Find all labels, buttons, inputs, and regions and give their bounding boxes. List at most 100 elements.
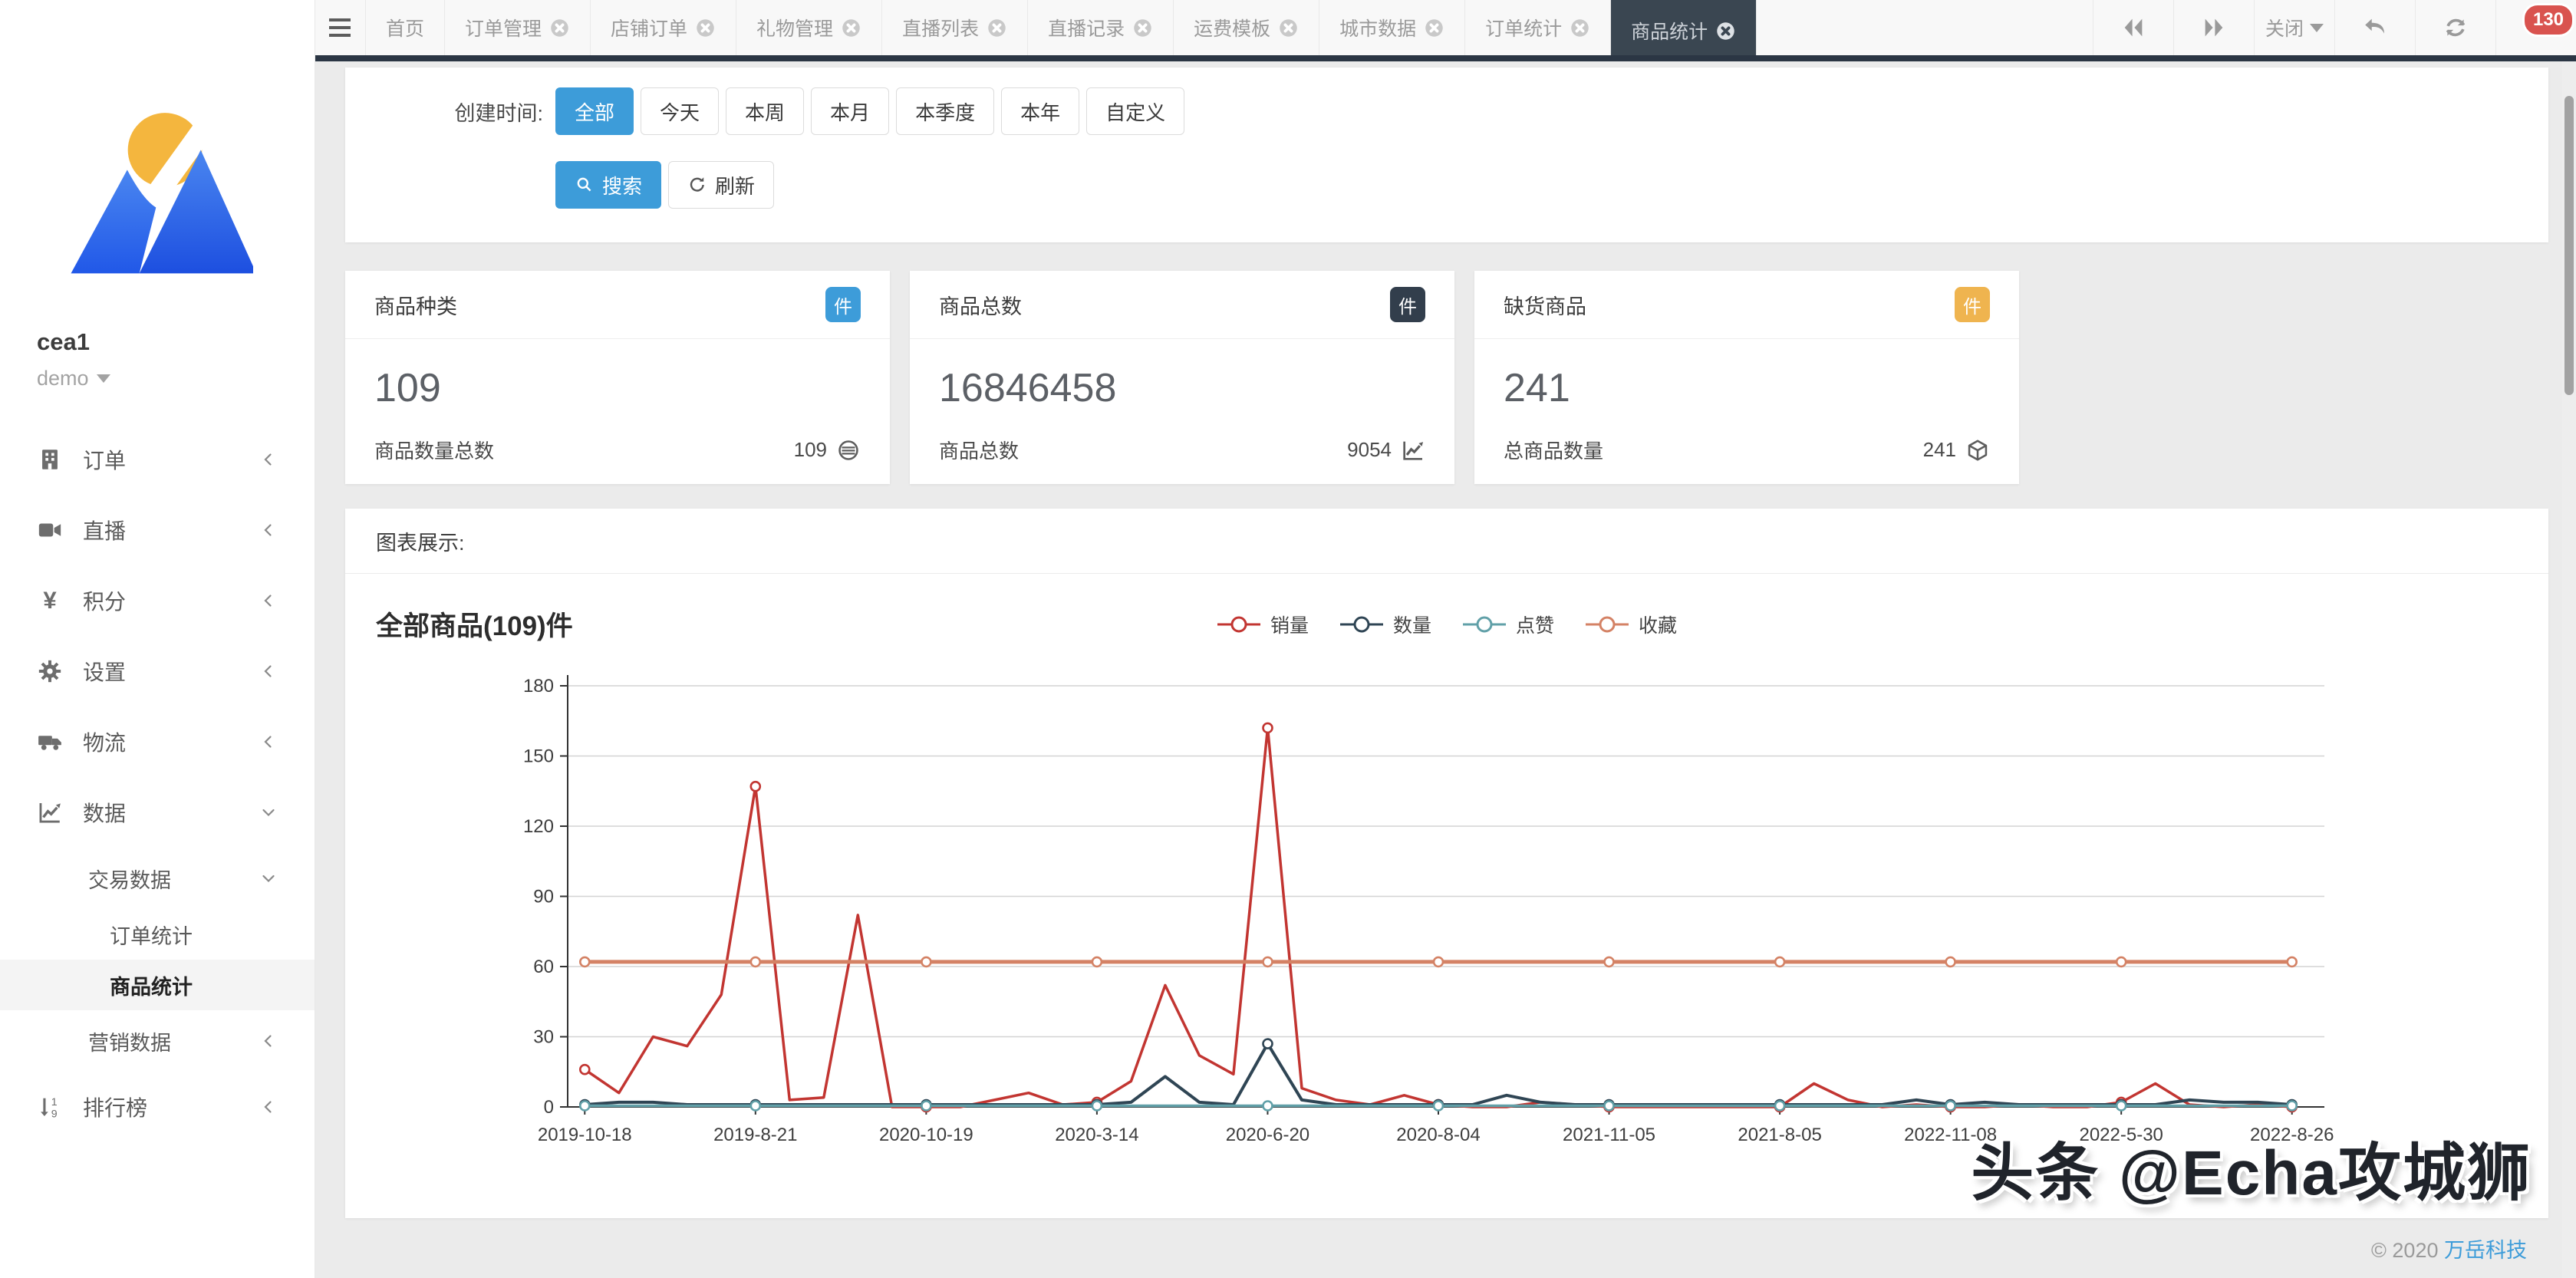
close-icon[interactable] bbox=[549, 18, 570, 38]
hamburger-menu-icon[interactable] bbox=[315, 0, 365, 55]
sidebar-item-orders[interactable]: 订单 bbox=[0, 424, 315, 495]
filter-option-this-month[interactable]: 本月 bbox=[811, 87, 889, 135]
back-button[interactable] bbox=[2334, 0, 2415, 55]
refresh-page-button[interactable] bbox=[2415, 0, 2495, 55]
caret-down-icon bbox=[2310, 24, 2324, 32]
close-icon[interactable] bbox=[1278, 18, 1299, 38]
refresh-icon bbox=[687, 175, 707, 195]
sidebar-item-order-stats[interactable]: 订单统计 bbox=[0, 909, 315, 960]
card-value: 241 bbox=[1474, 339, 2019, 411]
tab-shop-orders[interactable]: 店铺订单 bbox=[590, 0, 736, 55]
svg-text:2020-3-14: 2020-3-14 bbox=[1055, 1125, 1138, 1145]
scrollbar bbox=[2562, 61, 2576, 1278]
notifications-button[interactable]: 130 bbox=[2495, 0, 2576, 55]
filter-option-custom[interactable]: 自定义 bbox=[1086, 87, 1184, 135]
tab-live-list[interactable]: 直播列表 bbox=[881, 0, 1027, 55]
filter-option-today[interactable]: 今天 bbox=[641, 87, 719, 135]
sidebar-item-data[interactable]: 数据 bbox=[0, 777, 315, 848]
search-icon bbox=[575, 175, 595, 195]
legend-marker-icon bbox=[1339, 614, 1384, 634]
tab-order-stats[interactable]: 订单统计 bbox=[1464, 0, 1610, 55]
sidebar-item-points[interactable]: ¥积分 bbox=[0, 565, 315, 636]
legend-item-点赞[interactable]: 点赞 bbox=[1462, 611, 1554, 638]
filter-option-this-quarter[interactable]: 本季度 bbox=[896, 87, 994, 135]
tab-city-data[interactable]: 城市数据 bbox=[1319, 0, 1464, 55]
sidebar-item-settings[interactable]: 设置 bbox=[0, 636, 315, 707]
cube-icon bbox=[1965, 438, 1990, 463]
legend-label: 收藏 bbox=[1639, 611, 1677, 638]
filter-options: 全部今天本周本月本季度本年自定义 bbox=[555, 87, 1191, 135]
tab-live-records[interactable]: 直播记录 bbox=[1027, 0, 1173, 55]
chart-legend: 销量 数量 点赞 收藏 bbox=[345, 611, 2548, 638]
close-icon[interactable] bbox=[1424, 18, 1444, 38]
close-icon[interactable] bbox=[841, 18, 861, 38]
chart-panel-header: 图表展示: bbox=[345, 509, 2548, 574]
truck-icon bbox=[37, 729, 63, 755]
sidebar-item-logistics[interactable]: 物流 bbox=[0, 707, 315, 777]
chevron-left-icon bbox=[259, 521, 278, 539]
card-title: 缺货商品 bbox=[1504, 290, 1586, 320]
sidebar-item-label: 设置 bbox=[83, 656, 126, 687]
close-icon[interactable] bbox=[1132, 18, 1153, 38]
chevron-left-icon bbox=[259, 1032, 278, 1050]
stat-cards-row: 商品种类 件 109 商品数量总数 109 商品总数 件 16846458 商品… bbox=[345, 271, 2548, 484]
tab-label: 商品统计 bbox=[1631, 17, 1708, 44]
svg-text:150: 150 bbox=[523, 746, 554, 767]
stat-card-product-total: 商品总数 件 16846458 商品总数 9054 bbox=[910, 271, 1454, 484]
tab-home[interactable]: 首页 bbox=[365, 0, 444, 55]
filter-option-this-year[interactable]: 本年 bbox=[1001, 87, 1079, 135]
user-role-dropdown[interactable]: demo bbox=[37, 367, 315, 390]
tab-label: 直播列表 bbox=[902, 14, 979, 41]
sidebar-item-label: 营销数据 bbox=[88, 1026, 171, 1056]
scrollbar-thumb[interactable] bbox=[2564, 96, 2574, 395]
user-block: cea1 demo bbox=[0, 328, 315, 390]
search-button[interactable]: 搜索 bbox=[555, 161, 661, 209]
tab-label: 订单统计 bbox=[1485, 14, 1562, 41]
sidebar-item-trade-data[interactable]: 交易数据 bbox=[0, 848, 315, 909]
tab-label: 首页 bbox=[386, 14, 424, 41]
chevron-left-icon bbox=[259, 662, 278, 680]
svg-text:0: 0 bbox=[544, 1097, 554, 1118]
company-link[interactable]: 万岳科技 bbox=[2444, 1239, 2527, 1262]
card-unit-badge: 件 bbox=[1955, 287, 1990, 322]
stat-card-product-types: 商品种类 件 109 商品数量总数 109 bbox=[345, 271, 890, 484]
close-icon[interactable] bbox=[987, 18, 1007, 38]
svg-text:30: 30 bbox=[533, 1027, 554, 1048]
sidebar-item-marketing-data[interactable]: 营销数据 bbox=[0, 1010, 315, 1072]
tab-bar-tabs: 首页订单管理店铺订单礼物管理直播列表 直播记录运费模板城市数据订单统计 商品统计 bbox=[365, 0, 1757, 55]
chart-panel-label: 图表展示: bbox=[376, 526, 465, 556]
svg-text:180: 180 bbox=[523, 676, 554, 697]
card-footer-value: 241 bbox=[1923, 438, 1990, 463]
close-tabs-dropdown[interactable]: 关闭 bbox=[2254, 0, 2334, 55]
filter-panel: 创建时间: 全部今天本周本月本季度本年自定义 搜索 刷新 bbox=[345, 68, 2548, 242]
sidebar-item-live[interactable]: 直播 bbox=[0, 495, 315, 565]
scroll-tabs-left-button[interactable] bbox=[2093, 0, 2173, 55]
scroll-tabs-right-button[interactable] bbox=[2173, 0, 2254, 55]
caret-down-icon bbox=[97, 374, 110, 383]
sidebar-item-ranking[interactable]: 19排行榜 bbox=[0, 1072, 315, 1142]
close-icon[interactable] bbox=[1570, 18, 1590, 38]
legend-item-销量[interactable]: 销量 bbox=[1217, 611, 1309, 638]
legend-item-收藏[interactable]: 收藏 bbox=[1585, 611, 1677, 638]
legend-item-数量[interactable]: 数量 bbox=[1339, 611, 1431, 638]
chevron-left-icon bbox=[259, 591, 278, 610]
product-stats-chart: 03060901201501802019-10-182019-8-212020-… bbox=[345, 659, 2548, 1165]
close-icon[interactable] bbox=[1715, 21, 1736, 41]
chartline-icon bbox=[1401, 438, 1425, 463]
sidebar-item-product-stats[interactable]: 商品统计 bbox=[0, 960, 315, 1010]
svg-text:2020-10-19: 2020-10-19 bbox=[879, 1125, 973, 1145]
chevron-down-icon bbox=[259, 803, 278, 822]
close-icon[interactable] bbox=[695, 18, 716, 38]
filter-option-this-week[interactable]: 本周 bbox=[726, 87, 804, 135]
refresh-button[interactable]: 刷新 bbox=[668, 161, 774, 209]
tab-product-stats[interactable]: 商品统计 bbox=[1610, 0, 1757, 61]
card-value: 16846458 bbox=[910, 339, 1454, 411]
svg-text:2019-10-18: 2019-10-18 bbox=[538, 1125, 632, 1145]
chevron-down-icon bbox=[259, 869, 278, 888]
tab-gift-manage[interactable]: 礼物管理 bbox=[736, 0, 881, 55]
card-value: 109 bbox=[345, 339, 890, 411]
filter-option-all[interactable]: 全部 bbox=[555, 87, 634, 135]
tab-shipping-template[interactable]: 运费模板 bbox=[1173, 0, 1319, 55]
close-tabs-label: 关闭 bbox=[2265, 14, 2304, 41]
tab-order-manage[interactable]: 订单管理 bbox=[444, 0, 590, 55]
